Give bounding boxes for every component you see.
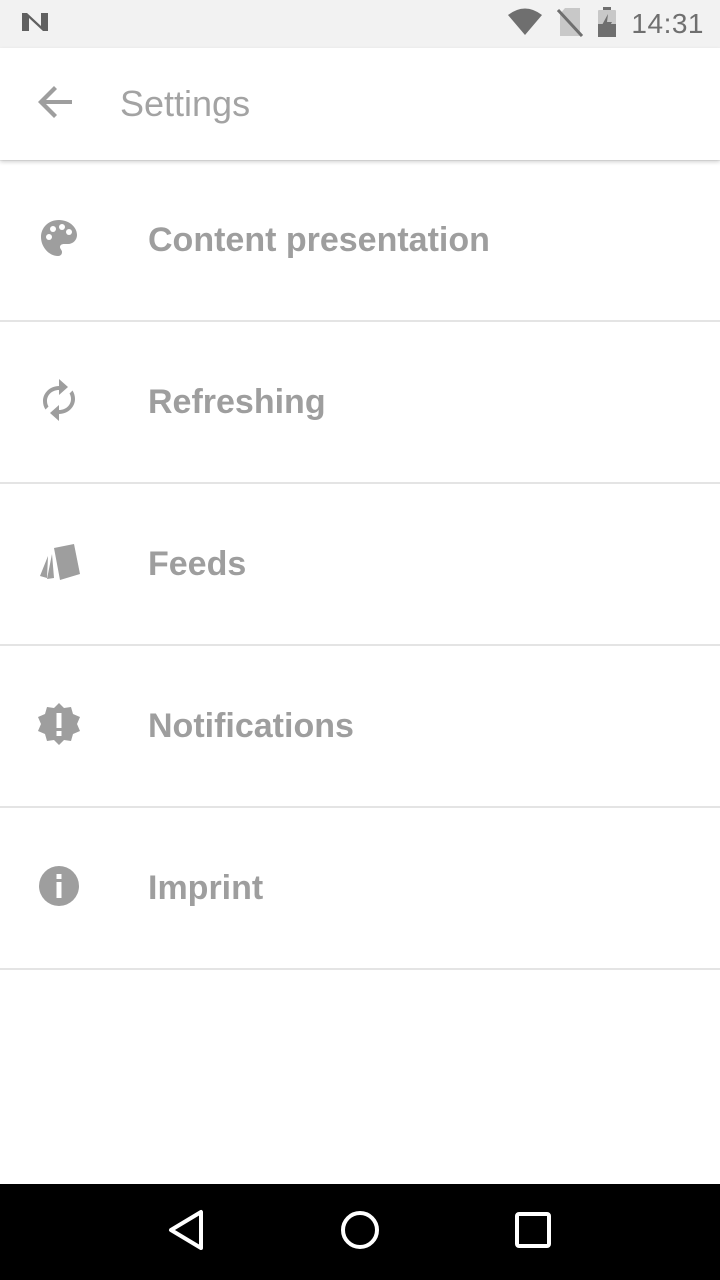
refresh-icon xyxy=(39,378,79,427)
settings-item-label: Feeds xyxy=(148,544,247,583)
back-triangle-icon xyxy=(167,1208,207,1257)
system-nav-bar xyxy=(0,1184,720,1280)
settings-item-label: Refreshing xyxy=(148,382,326,421)
cards-icon xyxy=(38,542,80,587)
page-title: Settings xyxy=(120,83,251,124)
status-left xyxy=(20,11,507,38)
battery-charging-icon xyxy=(597,6,617,42)
info-icon xyxy=(38,865,80,912)
status-time: 14:31 xyxy=(631,8,704,39)
status-bar: 14:31 xyxy=(0,0,720,48)
no-sim-icon xyxy=(557,7,584,42)
alert-badge-icon xyxy=(37,702,81,751)
app-bar: Settings xyxy=(0,48,720,160)
recents-square-icon xyxy=(514,1211,552,1254)
nav-back-button[interactable] xyxy=(147,1192,227,1272)
settings-item-feeds[interactable]: Feeds xyxy=(0,484,720,646)
settings-item-label: Imprint xyxy=(148,868,264,907)
settings-item-imprint[interactable]: Imprint xyxy=(0,808,720,970)
nav-home-button[interactable] xyxy=(320,1192,400,1272)
settings-item-content-presentation[interactable]: Content presentation xyxy=(0,160,720,322)
settings-item-label: Notifications xyxy=(148,706,354,745)
nav-recents-button[interactable] xyxy=(493,1192,573,1272)
status-right: 14:31 xyxy=(507,6,704,42)
settings-item-label: Content presentation xyxy=(148,220,490,259)
arrow-back-icon xyxy=(38,84,74,125)
wifi-icon xyxy=(507,8,543,41)
back-button[interactable] xyxy=(0,48,112,160)
settings-item-notifications[interactable]: Notifications xyxy=(0,646,720,808)
n-logo-icon xyxy=(20,11,50,38)
palette-icon xyxy=(40,219,78,262)
settings-list: Content presentation Refreshing Feeds No… xyxy=(0,160,720,970)
settings-item-refreshing[interactable]: Refreshing xyxy=(0,322,720,484)
home-circle-icon xyxy=(339,1209,381,1256)
